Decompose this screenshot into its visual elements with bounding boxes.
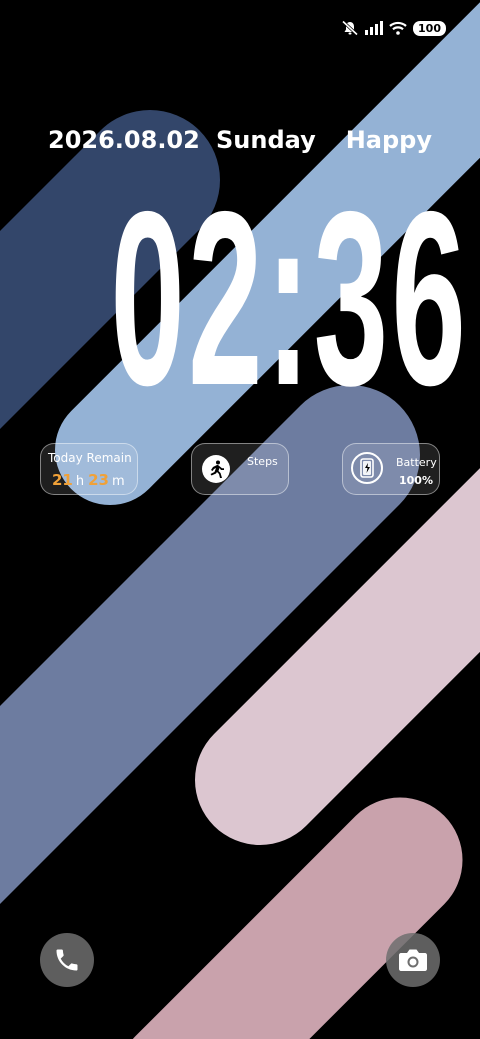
runner-icon <box>202 455 230 483</box>
battery-indicator: 100 <box>413 20 446 36</box>
today-remain-widget[interactable]: Today Remain 21 h 23 m <box>40 443 138 495</box>
status-bar: 100 <box>341 20 446 36</box>
battery-widget[interactable]: Battery 100% <box>342 443 440 495</box>
greeting-text: Happy <box>345 126 432 154</box>
date-row: 2026.08.02 Sunday Happy <box>48 126 432 160</box>
steps-widget[interactable]: Steps <box>191 443 289 495</box>
battery-value: 100% <box>399 474 433 487</box>
minutes-unit: m <box>112 474 125 489</box>
weekday-text: Sunday <box>216 126 316 154</box>
phone-shortcut-button[interactable] <box>40 933 94 987</box>
remain-minutes: 23 <box>88 471 109 489</box>
hours-unit: h <box>75 474 85 489</box>
signal-icon <box>365 21 384 35</box>
clock-time: 02:36 <box>110 159 470 437</box>
remain-values: 21 h 23 m <box>52 471 129 489</box>
date-text: 2026.08.02 <box>48 126 200 154</box>
mute-bell-icon <box>342 20 359 36</box>
remain-hours: 21 <box>52 471 73 489</box>
stripe-dusty-pink <box>133 797 463 1039</box>
camera-shortcut-button[interactable] <box>386 933 440 987</box>
remain-title: Today Remain <box>48 451 132 465</box>
phone-icon <box>56 949 78 971</box>
steps-label: Steps <box>247 455 278 468</box>
phone-battery-icon <box>351 452 383 484</box>
wifi-icon <box>389 21 407 35</box>
battery-label: Battery <box>396 456 437 469</box>
camera-icon <box>399 949 427 971</box>
